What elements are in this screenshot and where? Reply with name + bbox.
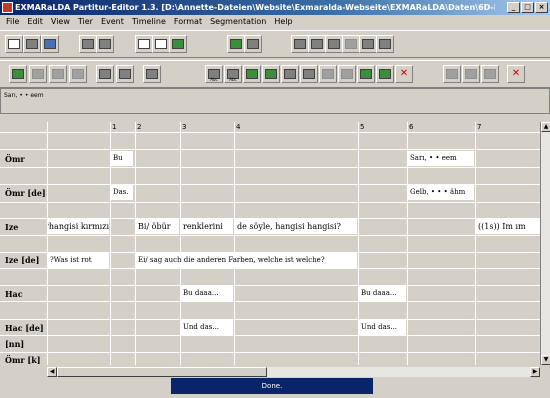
table-icon[interactable] bbox=[308, 35, 326, 53]
timeline-remove-icon bbox=[481, 65, 499, 83]
event-cell[interactable]: Das. bbox=[111, 185, 133, 200]
extend-left-icon[interactable] bbox=[281, 65, 299, 83]
shrink-left-icon bbox=[319, 65, 337, 83]
horizontal-scrollbar[interactable]: ◀ ▶ bbox=[47, 367, 540, 377]
scroll-right-icon[interactable]: ▶ bbox=[530, 367, 540, 377]
shift-left-icon[interactable]: Abc bbox=[205, 65, 223, 83]
event-cell[interactable]: Gelb, • • • ähm bbox=[408, 185, 474, 200]
column-number[interactable]: 5 bbox=[360, 123, 364, 131]
event-cell[interactable]: Was ist rot? bbox=[48, 253, 109, 268]
event-cell[interactable]: hangisi kırmızı? bbox=[48, 219, 109, 234]
tier-label-nn[interactable]: [nn] bbox=[5, 339, 24, 349]
shrink-right-icon bbox=[338, 65, 356, 83]
window-title: EXMARaLDA Partitur-Editor 1.3. [D:\Annet… bbox=[15, 3, 495, 12]
menu-tier[interactable]: Tier bbox=[74, 15, 97, 29]
save-disk-icon[interactable] bbox=[41, 35, 59, 53]
status-bar: Done. bbox=[171, 378, 373, 394]
add-tier-icon[interactable] bbox=[9, 65, 27, 83]
menu-file[interactable]: File bbox=[2, 15, 23, 29]
maximize-button[interactable]: □ bbox=[521, 2, 534, 13]
preview-text: Sarı, • • eem bbox=[4, 92, 44, 99]
menubar: File Edit View Tier Event Timeline Forma… bbox=[0, 15, 550, 29]
column-number[interactable]: 6 bbox=[409, 123, 413, 131]
tier-label-hac-de[interactable]: Hac [de] bbox=[5, 323, 44, 333]
menu-view[interactable]: View bbox=[47, 15, 74, 29]
refresh-icon[interactable] bbox=[227, 35, 245, 53]
menu-timeline[interactable]: Timeline bbox=[128, 15, 170, 29]
extend-right-icon[interactable] bbox=[300, 65, 318, 83]
tier-format-icon[interactable] bbox=[291, 35, 309, 53]
remove-tier-icon bbox=[29, 65, 47, 83]
tier-down-icon[interactable] bbox=[96, 65, 114, 83]
event-cell[interactable]: Sarı, • • eem bbox=[408, 151, 474, 166]
partitur-editor-window: EXMARaLDA Partitur-Editor 1.3. [D:\Annet… bbox=[0, 0, 550, 398]
event-cell[interactable]: de söyle, hangisi hangisi? bbox=[235, 219, 357, 234]
partitur-grid[interactable]: 1 2 3 4 5 6 7 Ömr Ömr [de] Ize Ize [de] … bbox=[0, 122, 540, 365]
column-number[interactable]: 7 bbox=[477, 123, 481, 131]
event-cell[interactable]: Und das... bbox=[181, 320, 233, 335]
main-toolbar bbox=[0, 30, 550, 58]
horizontal-scroll-thumb[interactable] bbox=[57, 367, 267, 377]
tier-up-icon bbox=[69, 65, 87, 83]
menu-segmentation[interactable]: Segmentation bbox=[206, 15, 270, 29]
move-left-icon[interactable] bbox=[357, 65, 375, 83]
event-cell[interactable]: Bu daaa... bbox=[359, 286, 406, 301]
menu-event[interactable]: Event bbox=[97, 15, 128, 29]
new-file-icon[interactable] bbox=[5, 35, 23, 53]
delete-timeline-icon[interactable]: ✕ bbox=[507, 65, 525, 83]
event-cell[interactable]: Bu daaa... bbox=[181, 286, 233, 301]
timeline-add-icon bbox=[462, 65, 480, 83]
column-number[interactable]: 4 bbox=[236, 123, 240, 131]
event-cell[interactable]: renklerini bbox=[181, 219, 233, 234]
menu-format[interactable]: Format bbox=[170, 15, 206, 29]
tier-label-omr-de[interactable]: Ömr [de] bbox=[5, 188, 46, 198]
column-number[interactable]: 3 bbox=[182, 123, 186, 131]
tier-label-omr[interactable]: Ömr bbox=[5, 154, 25, 164]
vertical-scrollbar[interactable]: ▲ ▼ bbox=[540, 122, 550, 365]
event-cell[interactable]: Bi/ öbür bbox=[136, 219, 179, 234]
event-preview-area[interactable]: Sarı, • • eem bbox=[0, 88, 550, 114]
tier-list-icon[interactable] bbox=[143, 65, 161, 83]
tier-label-omr-k[interactable]: Ömr [k] bbox=[5, 355, 41, 365]
layout-icon[interactable] bbox=[376, 35, 394, 53]
move-right-icon[interactable] bbox=[376, 65, 394, 83]
event-cell[interactable]: Ei/ sag auch die anderen Farben, welche … bbox=[136, 253, 357, 268]
help-icon[interactable] bbox=[96, 35, 114, 53]
exmaralda-app-icon bbox=[2, 2, 13, 13]
column-number[interactable]: 1 bbox=[112, 123, 116, 131]
merge-icon[interactable] bbox=[243, 65, 261, 83]
tier-label-ize-de[interactable]: Ize [de] bbox=[5, 255, 39, 265]
tier-label-hac[interactable]: Hac bbox=[5, 289, 23, 299]
event-cell[interactable]: Bu bbox=[111, 151, 133, 166]
shift-right-icon[interactable]: Abc bbox=[224, 65, 242, 83]
close-button[interactable]: × bbox=[535, 2, 548, 13]
open-folder-icon[interactable] bbox=[23, 35, 41, 53]
grid-icon[interactable] bbox=[325, 35, 343, 53]
menu-edit[interactable]: Edit bbox=[23, 15, 47, 29]
move-tier-icon bbox=[49, 65, 67, 83]
word-export-icon[interactable] bbox=[152, 35, 170, 53]
scroll-down-icon[interactable]: ▼ bbox=[541, 355, 550, 365]
event-cell[interactable]: Und das... bbox=[359, 320, 406, 335]
minimize-button[interactable]: _ bbox=[507, 2, 520, 13]
edit-toolbar: Abc Abc ✕ ✕ bbox=[0, 60, 550, 88]
column-icon[interactable] bbox=[359, 35, 377, 53]
tier-props-icon[interactable] bbox=[116, 65, 134, 83]
scroll-up-icon[interactable]: ▲ bbox=[541, 122, 550, 132]
tier-label-ize[interactable]: Ize bbox=[5, 222, 18, 232]
timeline-icon bbox=[443, 65, 461, 83]
column-number[interactable]: 2 bbox=[137, 123, 141, 131]
title-bar: EXMARaLDA Partitur-Editor 1.3. [D:\Annet… bbox=[0, 0, 550, 15]
binoculars-icon[interactable] bbox=[79, 35, 97, 53]
zoom-icon[interactable] bbox=[244, 35, 262, 53]
export-arrow-icon[interactable] bbox=[169, 35, 187, 53]
delete-event-icon[interactable]: ✕ bbox=[395, 65, 413, 83]
split-icon[interactable] bbox=[262, 65, 280, 83]
scroll-left-icon[interactable]: ◀ bbox=[47, 367, 57, 377]
disabled-tool-icon bbox=[342, 35, 360, 53]
text-document-icon[interactable] bbox=[135, 35, 153, 53]
menu-help[interactable]: Help bbox=[270, 15, 296, 29]
event-cell[interactable]: ((1s)) Im ım bbox=[476, 219, 540, 234]
